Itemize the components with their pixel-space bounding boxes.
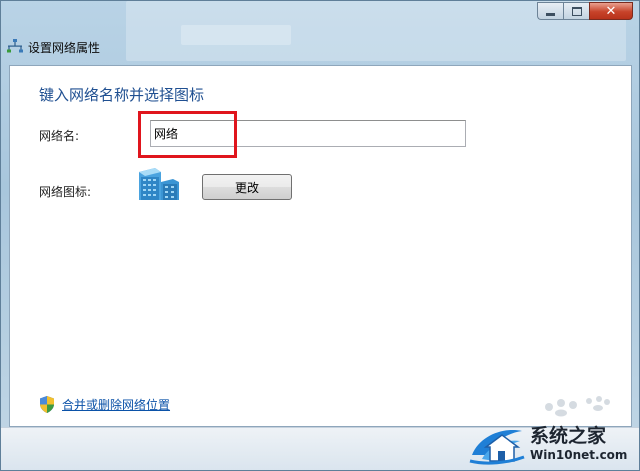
close-button[interactable]: ✕	[589, 2, 633, 20]
merge-delete-row: 合并或删除网络位置	[39, 395, 170, 413]
merge-delete-network-link[interactable]: 合并或删除网络位置	[62, 396, 170, 413]
house-logo-icon	[469, 430, 525, 465]
network-icon-label: 网络图标:	[39, 185, 92, 199]
change-icon-button[interactable]: 更改	[202, 174, 292, 200]
paw-watermark-icon	[545, 396, 610, 417]
caption-buttons: ✕	[537, 2, 633, 21]
uac-shield-icon	[40, 395, 54, 413]
watermark-subtitle: Win10net.com	[530, 448, 628, 462]
annotation-highlight-box	[138, 111, 237, 158]
minimize-button[interactable]	[537, 2, 563, 20]
title-bar[interactable]: 设置网络属性 ✕	[1, 1, 639, 63]
minimize-icon	[546, 12, 555, 16]
watermark-title: 系统之家	[530, 425, 607, 447]
network-icon	[7, 39, 23, 53]
dialog-content: 键入网络名称并选择图标 网络名: 网络图标: 更改	[9, 65, 632, 427]
office-building-icon	[139, 168, 179, 200]
network-name-label: 网络名:	[39, 129, 80, 143]
page-heading: 键入网络名称并选择图标	[39, 86, 205, 104]
dialog-window: 设置网络属性 ✕ 键入网络名称并选择图标 网络名: 网络图标:	[0, 0, 640, 471]
close-icon: ✕	[605, 3, 617, 19]
maximize-icon	[571, 6, 582, 16]
window-title: 设置网络属性	[28, 41, 101, 55]
maximize-button[interactable]	[563, 2, 589, 20]
site-watermark: 系统之家 Win10net.com	[464, 415, 639, 470]
